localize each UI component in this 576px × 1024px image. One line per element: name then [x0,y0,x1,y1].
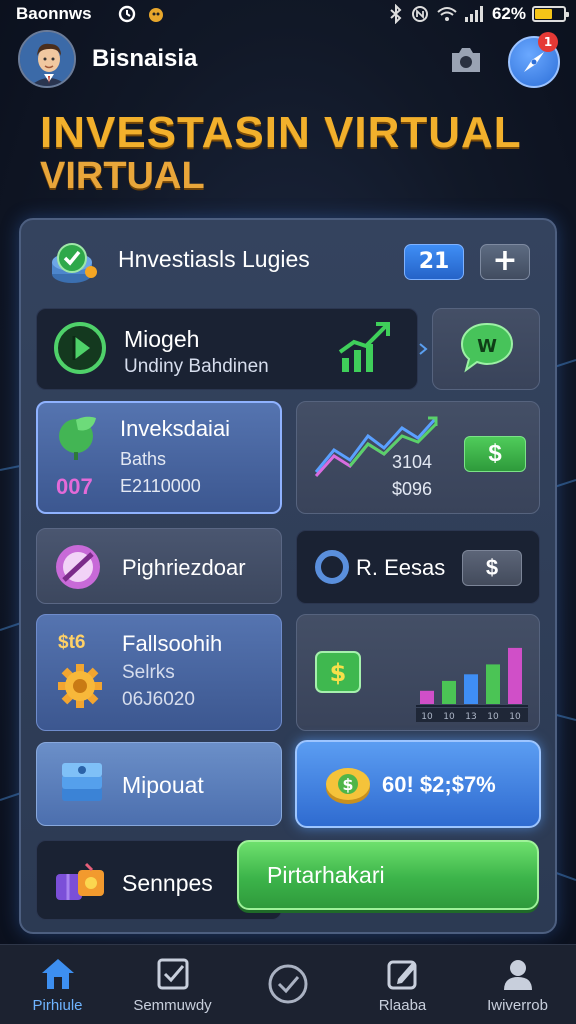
investment-count-badge: 21 [404,244,464,280]
chart-tick-label: 10 [443,712,455,722]
chevron-right-icon [419,343,428,355]
notification-badge: 1 [538,32,558,52]
signal-icon [464,6,483,22]
chart-bar [486,664,500,704]
growth-bars-icon [338,322,390,372]
avatar[interactable] [18,30,76,88]
svg-text:$: $ [330,659,347,687]
battery-level [535,9,553,19]
nfc-icon [411,6,428,22]
nav-item-check[interactable] [230,945,345,1024]
chart-bar [464,674,478,704]
pigh-title: Pighriezdoar [122,555,246,580]
clock-icon [118,5,136,23]
chart-bar [442,680,456,704]
add-investment-button[interactable]: + [480,244,530,280]
falls-subtitle: Selrks [122,662,175,683]
chart-tick-label: 10 [487,712,499,722]
user-name: Bisnaisia [92,45,198,72]
eesas-dollar-button[interactable]: $ [462,550,522,586]
status-indicators: 62% [388,3,569,25]
eesas-title: R. Eesas [356,555,446,580]
mipouat-title: Mipouat [122,772,204,798]
mini-bar-chart: 10 10 13 10 10 [416,647,528,722]
svg-text:$: $ [342,775,353,794]
primary-action-button[interactable]: Pirtarhakari [237,840,539,910]
nav-item-summary[interactable]: Semmuwdy [115,945,230,1024]
mioget-subtitle: Undiny Bahdinen [124,356,269,377]
camera-button[interactable] [448,44,484,76]
no-money-icon [56,545,100,589]
check-circle-icon [268,964,307,1004]
nav-label-summary: Semmuwdy [133,997,212,1014]
trend-value-2: $096 [392,479,433,499]
chart-bar [508,647,522,704]
chat-bubble-icon: W [460,322,514,373]
invest-code: 007 [56,474,93,499]
home-icon [41,959,74,989]
money-bill-icon: $ [315,651,361,693]
checkbox-icon [157,958,188,990]
carrier-name: Baonnws [16,4,92,23]
bluetooth-icon [390,4,402,24]
page-subtitle: VIRTUAL [40,155,205,197]
play-circle-icon [54,322,106,374]
chart-tick-label: 13 [465,712,476,722]
businessman-avatar-icon [20,32,74,86]
nav-item-home[interactable]: Pirhiule [0,945,115,1024]
invest-title: Inveksdaiai [120,416,231,441]
bottom-navigation: Pirhiule Semmuwdy Rlaaba Iwiverrob [0,944,576,1024]
cash-stack-icon [62,763,102,801]
nav-label-edit: Rlaaba [378,997,427,1014]
chart-tick-label: 10 [421,712,433,722]
trend-dollar-button[interactable]: $ [464,436,526,472]
gift-boxes-icon [56,862,104,900]
invest-value: E2110000 [120,476,201,496]
edit-icon [387,960,416,990]
chart-bar [420,690,434,704]
sennpes-title: Sennpes [122,870,213,896]
trend-value-1: 3104 [392,452,433,472]
wifi-icon [437,7,457,21]
camera-icon [452,48,480,72]
coin-check-icon [52,243,97,283]
falls-icon-text: $t6 [58,632,86,653]
amount-value: 60! $2;$7% [382,772,496,797]
app-notification-icon [149,8,163,22]
nav-item-profile[interactable]: Iwiverrob [460,945,575,1024]
chart-tick-label: 10 [509,712,521,722]
status-bar: Baonnws 62% [0,0,576,30]
invest-subtitle: Baths [120,449,167,469]
nav-label-home: Pirhiule [32,997,83,1014]
falls-title: Fallsoohih [122,631,223,656]
svg-text:W: W [477,336,497,357]
battery-percentage: 62% [491,4,526,23]
user-icon [503,960,532,990]
leaf-money-icon [59,416,96,460]
panel-title: Hnvestiasls Lugies [118,246,310,272]
page-title: INVESTASIN VIRTUAL [40,108,522,157]
battery-icon [532,6,569,22]
mioget-title: Miogeh [124,326,200,352]
ring-icon [315,550,349,584]
falls-value: 06J6020 [122,689,195,710]
coin-icon: $ [326,768,370,804]
nav-item-edit[interactable]: Rlaaba [345,945,460,1024]
nav-label-profile: Iwiverrob [487,997,548,1014]
